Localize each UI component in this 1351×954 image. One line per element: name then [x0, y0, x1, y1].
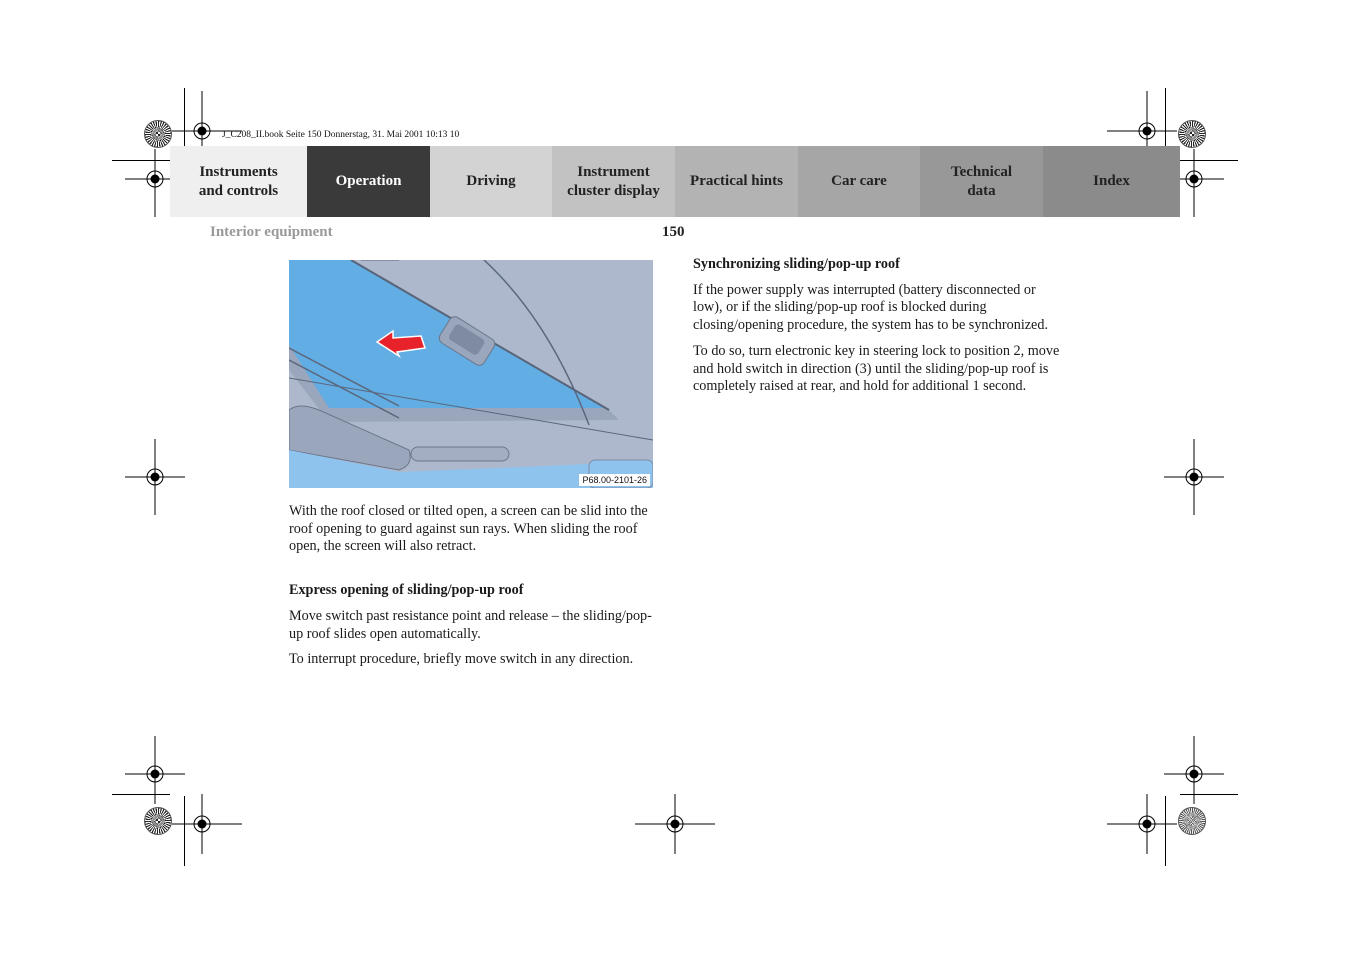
- registration-mark-icon: [125, 439, 185, 515]
- tab-practical-hints[interactable]: Practical hints: [675, 146, 798, 217]
- intro-paragraph: With the roof closed or tilted open, a s…: [289, 503, 648, 555]
- tab-label: Index: [1093, 173, 1130, 189]
- section-title: Interior equipment: [210, 224, 333, 240]
- tab-car-care[interactable]: Car care: [798, 146, 920, 217]
- tab-label: Instruments and controls: [198, 163, 279, 199]
- tab-instrument-cluster-display[interactable]: Instrument cluster display: [552, 146, 675, 217]
- tab-instruments-and-controls[interactable]: Instruments and controls: [170, 146, 307, 217]
- print-slug: J_C208_II.book Seite 150 Donnerstag, 31.…: [222, 130, 460, 140]
- tab-label: Operation: [335, 173, 402, 189]
- registration-mark-icon: [172, 794, 242, 854]
- tab-label: Instrument cluster display: [567, 163, 660, 199]
- registration-mark-icon: [1107, 794, 1177, 854]
- figure-id: P68.00-2101-26: [579, 474, 650, 486]
- tab-operation[interactable]: Operation: [307, 146, 430, 217]
- registration-mark-icon: [1164, 439, 1224, 515]
- tab-label: Car care: [831, 173, 887, 189]
- tab-label: Driving: [466, 173, 516, 189]
- chapter-tabs: Instruments and controls Operation Drivi…: [170, 146, 1180, 217]
- tab-label: Practical hints: [690, 173, 783, 189]
- tab-index[interactable]: Index: [1043, 146, 1180, 217]
- left-column: With the roof closed or tilted open, a s…: [289, 503, 659, 677]
- page-number: 150: [662, 224, 685, 240]
- interrupt-paragraph: To interrupt procedure, briefly move swi…: [289, 651, 634, 668]
- synchronizing-heading: Synchronizing sliding/pop-up roof: [693, 256, 900, 272]
- sync-paragraph-2: To do so, turn electronic key in steerin…: [693, 342, 1060, 395]
- sunroof-illustration: P68.00-2101-26: [289, 260, 653, 488]
- tab-technical-data[interactable]: Technical data: [920, 146, 1043, 217]
- sync-paragraph-1: If the power supply was interrupted (bat…: [693, 281, 1048, 334]
- sunroof-drawing: [289, 260, 653, 488]
- express-opening-heading: Express opening of sliding/pop-up roof: [289, 582, 524, 599]
- right-column: Synchronizing sliding/pop-up roof If the…: [693, 256, 1065, 404]
- registration-mark-icon: [635, 794, 715, 854]
- express-opening-paragraph: Move switch past resistance point and re…: [289, 607, 652, 642]
- tab-label: Technical data: [950, 163, 1013, 199]
- tab-driving[interactable]: Driving: [430, 146, 552, 217]
